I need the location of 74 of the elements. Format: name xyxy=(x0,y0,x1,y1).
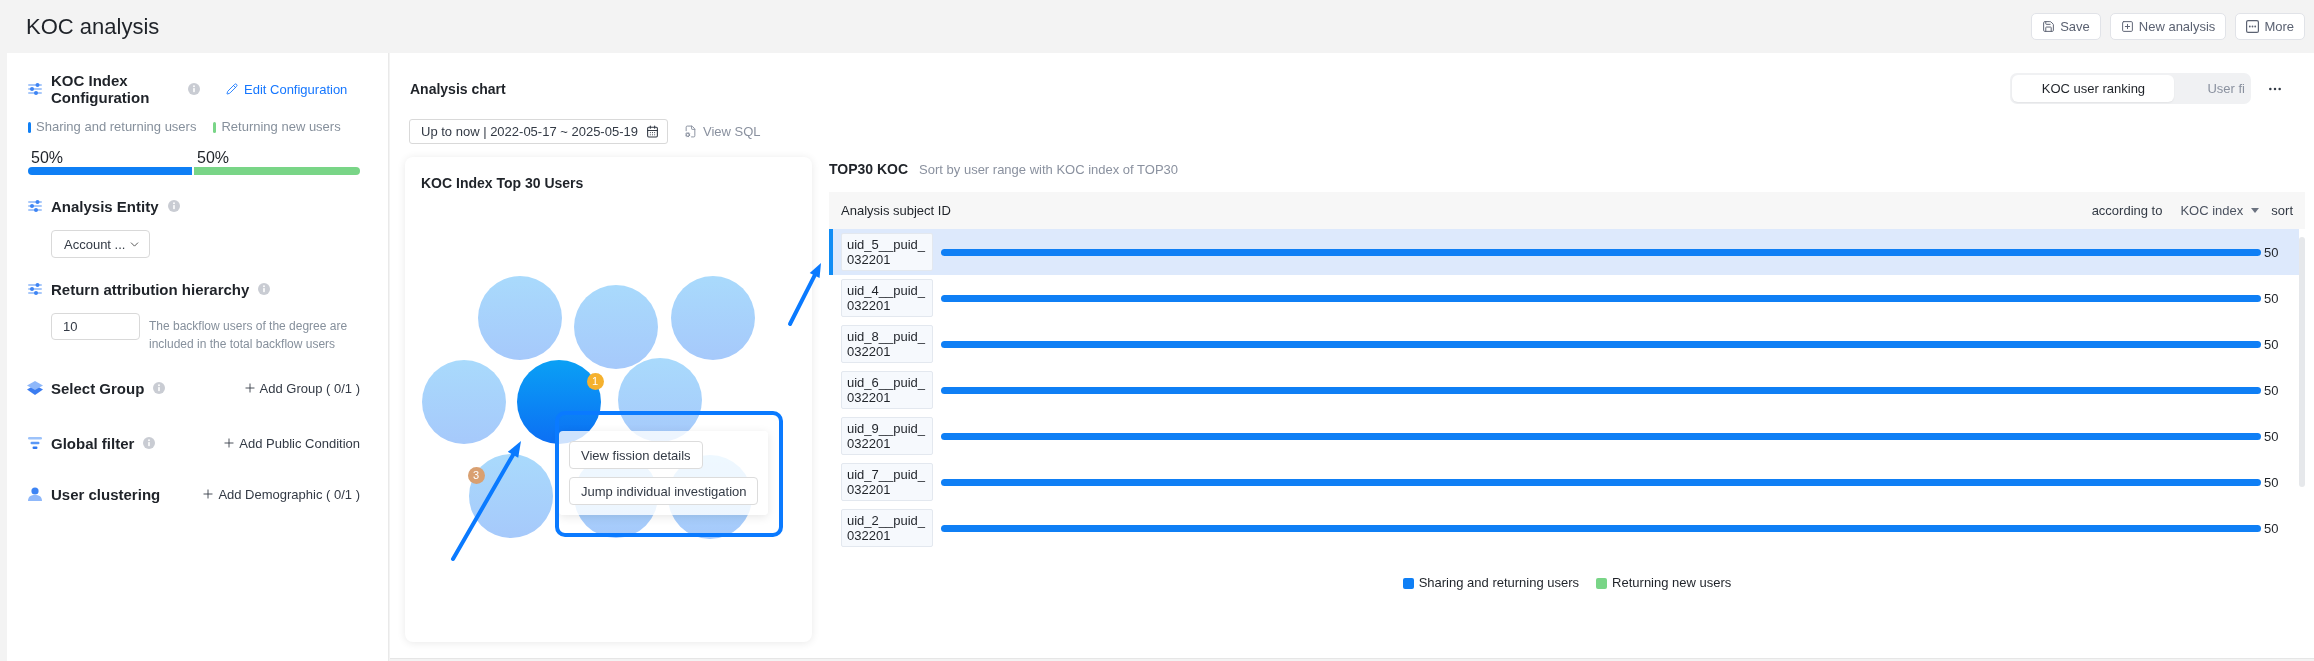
layers-icon xyxy=(27,381,43,395)
hierarchy-note: The backflow users of the degree are included in the total backflow users xyxy=(149,318,349,353)
rank-badge: 3 xyxy=(467,466,485,484)
info-icon[interactable] xyxy=(143,437,156,449)
sort-label: sort xyxy=(2271,203,2293,218)
value-label: 50 xyxy=(2263,382,2280,398)
edit-configuration-link[interactable]: Edit Configuration xyxy=(226,81,348,97)
add-button[interactable]: Add Group ( 0/1 ) xyxy=(242,380,360,396)
weight-percent: 50% xyxy=(31,149,64,167)
sliders-icon xyxy=(28,283,42,295)
sort-label: according to xyxy=(2091,203,2163,218)
view-tab[interactable]: KOC user ranking xyxy=(2012,75,2175,102)
scrollbar[interactable] xyxy=(2299,237,2305,487)
hierarchy-input[interactable]: 10 xyxy=(51,313,140,340)
value-label: 50 xyxy=(2263,290,2280,306)
panel-title: Analysis chart xyxy=(410,80,506,97)
filter-icon xyxy=(28,437,42,449)
legend-label: Returning new users xyxy=(1612,576,1732,590)
card-title: KOC Index Top 30 Users xyxy=(421,174,585,192)
subject-id: uid_9__puid_032201 xyxy=(841,417,933,455)
plus-icon xyxy=(222,436,237,450)
value-label: 50 xyxy=(2263,428,2280,444)
new-button[interactable]: New analysis xyxy=(2109,13,2227,40)
plus-icon xyxy=(201,487,216,501)
subject-id: uid_7__puid_032201 xyxy=(841,463,933,501)
info-icon[interactable] xyxy=(188,83,200,95)
plus-square-icon xyxy=(2120,20,2134,33)
value-label: 50 xyxy=(2263,336,2280,352)
calendar-icon xyxy=(646,125,659,138)
section-title: User clustering xyxy=(51,485,161,503)
section-title: Select Group xyxy=(51,379,145,397)
legend-label: Sharing and returning users xyxy=(36,120,197,134)
add-button[interactable]: Add Public Condition xyxy=(222,435,360,451)
value-label: 50 xyxy=(2263,520,2280,536)
menu-item[interactable]: Jump individual investigation xyxy=(569,477,759,505)
more-button[interactable]: More xyxy=(2235,13,2305,40)
column-header: Analysis subject ID xyxy=(841,203,951,218)
more-icon xyxy=(2246,20,2260,33)
subject-id: uid_8__puid_032201 xyxy=(841,325,933,363)
caret-icon xyxy=(2251,208,2260,213)
ranking-subtitle: Sort by user range with KOC index of TOP30 xyxy=(919,162,1179,177)
save-button[interactable]: Save xyxy=(2031,13,2101,40)
subject-id: uid_6__puid_032201 xyxy=(841,371,933,409)
user-icon xyxy=(28,487,42,501)
info-icon[interactable] xyxy=(258,283,271,295)
subject-id: uid_4__puid_032201 xyxy=(841,279,933,317)
arrow xyxy=(788,263,821,326)
section-title: KOC Index Configuration xyxy=(51,72,151,106)
table-row[interactable]: uid_5__puid_032201 50 xyxy=(829,229,2299,275)
page-title: KOC analysis xyxy=(26,13,160,40)
section-title: Analysis Entity xyxy=(51,197,159,215)
add-button[interactable]: Add Demographic ( 0/1 ) xyxy=(201,486,360,502)
plus-icon xyxy=(242,381,257,395)
sort-field-select[interactable]: KOC index xyxy=(2180,203,2260,218)
ranking-title: TOP30 KOC xyxy=(829,161,909,178)
menu-item[interactable]: View fission details xyxy=(569,441,703,469)
legend-label: Returning new users xyxy=(221,120,341,134)
sliders-icon xyxy=(28,83,42,95)
subject-id: uid_5__puid_032201 xyxy=(841,233,933,271)
subject-id: uid_2__puid_032201 xyxy=(841,509,933,547)
entity-select[interactable]: Account ... xyxy=(51,230,150,258)
weight-percent: 50% xyxy=(197,149,230,167)
save-icon xyxy=(2042,20,2056,33)
date-range-field[interactable]: Up to now | 2022-05-17 ~ 2025-05-19 xyxy=(409,119,668,144)
info-icon[interactable] xyxy=(167,200,180,212)
section-title: Return attribution hierarchy xyxy=(51,280,250,298)
section-title: Global filter xyxy=(51,434,135,452)
pencil-icon xyxy=(226,83,238,95)
legend-label: Sharing and returning users xyxy=(1418,576,1580,590)
sliders-icon xyxy=(28,200,42,212)
value-label: 50 xyxy=(2263,244,2280,260)
file-gear-icon xyxy=(684,125,697,138)
value-label: 50 xyxy=(2263,474,2280,490)
info-icon[interactable] xyxy=(153,382,166,394)
